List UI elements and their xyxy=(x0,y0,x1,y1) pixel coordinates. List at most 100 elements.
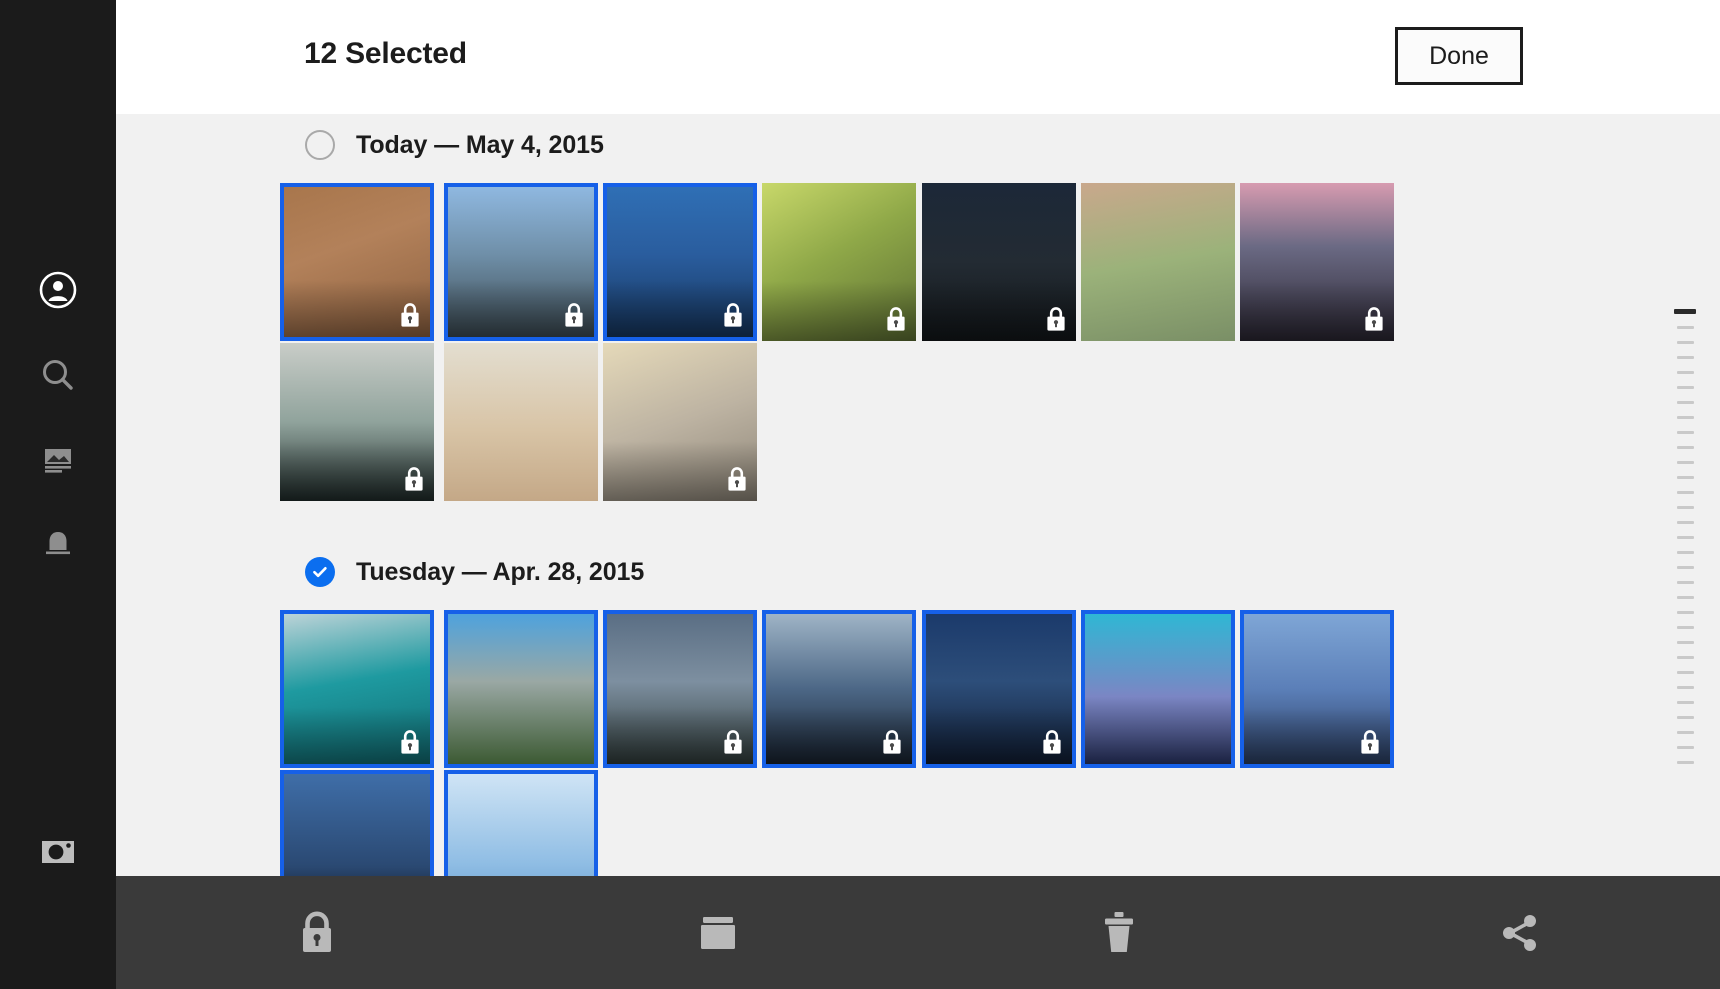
camera-icon[interactable] xyxy=(0,820,116,880)
photo-image xyxy=(922,183,1076,341)
share-icon xyxy=(1497,911,1543,955)
photo-image xyxy=(448,614,594,764)
scrubber-tick[interactable] xyxy=(1677,611,1694,614)
scrubber-tick[interactable] xyxy=(1677,521,1694,524)
section-header: Today — May 4, 2015 xyxy=(305,130,604,160)
photo-thumbnail[interactable] xyxy=(922,183,1076,341)
photo-thumbnail[interactable] xyxy=(280,610,434,768)
photo-image xyxy=(1081,183,1235,341)
action-toolbar xyxy=(116,876,1720,989)
photo-thumbnail[interactable] xyxy=(280,343,434,501)
photo-thumbnail[interactable] xyxy=(603,183,757,341)
lock-icon xyxy=(1041,729,1063,755)
lock-icon xyxy=(399,729,421,755)
page-title: 12 Selected xyxy=(304,37,467,71)
scrubber-tick[interactable] xyxy=(1677,641,1694,644)
scrubber-tick[interactable] xyxy=(1677,581,1694,584)
lock-icon xyxy=(1363,306,1385,332)
left-nav-rail xyxy=(0,0,116,989)
scrubber-tick[interactable] xyxy=(1677,491,1694,494)
scrubber-tick[interactable] xyxy=(1677,761,1694,764)
lock-icon xyxy=(885,306,907,332)
lock-icon xyxy=(881,729,903,755)
scrubber-tick[interactable] xyxy=(1677,326,1694,329)
photo-thumbnail[interactable] xyxy=(1081,610,1235,768)
scrubber-tick[interactable] xyxy=(1677,716,1694,719)
photo-image xyxy=(762,183,916,341)
photo-thumbnail[interactable] xyxy=(762,610,916,768)
section-date-label: Tuesday — Apr. 28, 2015 xyxy=(356,558,644,587)
album-button[interactable] xyxy=(517,876,918,989)
scrubber-tick[interactable] xyxy=(1677,356,1694,359)
search-icon[interactable] xyxy=(0,345,116,405)
scrubber-tick[interactable] xyxy=(1677,416,1694,419)
scrubber-tick[interactable] xyxy=(1677,461,1694,464)
lock-icon xyxy=(296,909,338,957)
photo-image xyxy=(926,614,1072,764)
scrubber-tick[interactable] xyxy=(1677,746,1694,749)
photo-image xyxy=(607,187,753,337)
section-header: Tuesday — Apr. 28, 2015 xyxy=(305,557,644,587)
lock-icon xyxy=(399,302,421,328)
scrubber-tick[interactable] xyxy=(1677,476,1694,479)
scrubber-tick[interactable] xyxy=(1677,596,1694,599)
lock-icon xyxy=(722,302,744,328)
photo-grid-scroll-area[interactable]: Today — May 4, 2015 Tuesday — Apr. 28, 20… xyxy=(116,114,1720,989)
photos-icon[interactable] xyxy=(0,430,116,490)
share-button[interactable] xyxy=(1319,876,1720,989)
scrubber-tick[interactable] xyxy=(1677,701,1694,704)
photo-thumbnail[interactable] xyxy=(444,610,598,768)
scrubber-tick[interactable] xyxy=(1677,371,1694,374)
album-icon xyxy=(695,911,741,955)
scrubber-tick[interactable] xyxy=(1677,656,1694,659)
notifications-icon[interactable] xyxy=(0,515,116,575)
section-date-label: Today — May 4, 2015 xyxy=(356,131,604,160)
lock-button[interactable] xyxy=(116,876,517,989)
photo-image xyxy=(284,614,430,764)
scrubber-tick[interactable] xyxy=(1677,551,1694,554)
scrubber-tick[interactable] xyxy=(1677,431,1694,434)
photo-thumbnail[interactable] xyxy=(603,343,757,501)
photo-image xyxy=(1085,614,1231,764)
photo-thumbnail[interactable] xyxy=(444,183,598,341)
done-button[interactable]: Done xyxy=(1395,27,1523,85)
photo-thumbnail[interactable] xyxy=(1240,610,1394,768)
lock-icon xyxy=(1359,729,1381,755)
scrubber-tick[interactable] xyxy=(1677,386,1694,389)
trash-icon xyxy=(1098,909,1140,957)
delete-button[interactable] xyxy=(918,876,1319,989)
photo-thumbnail[interactable] xyxy=(762,183,916,341)
scrubber-tick[interactable] xyxy=(1677,536,1694,539)
photos-app-window: 12 Selected Done Today — May 4, 2015 Tues… xyxy=(0,0,1720,989)
scrubber-tick[interactable] xyxy=(1677,446,1694,449)
photo-thumbnail[interactable] xyxy=(444,343,598,501)
scrubber-tick[interactable] xyxy=(1677,671,1694,674)
scrubber-tick[interactable] xyxy=(1677,566,1694,569)
lock-icon xyxy=(403,466,425,492)
scrubber-tick[interactable] xyxy=(1677,626,1694,629)
photo-image xyxy=(1244,614,1390,764)
photo-thumbnail[interactable] xyxy=(1081,183,1235,341)
photo-thumbnail[interactable] xyxy=(1240,183,1394,341)
timeline-scrubber[interactable] xyxy=(1672,309,1698,909)
section-checkbox-checked[interactable] xyxy=(305,557,335,587)
photo-thumbnail[interactable] xyxy=(922,610,1076,768)
scrubber-tick[interactable] xyxy=(1677,341,1694,344)
lock-icon xyxy=(726,466,748,492)
photo-image xyxy=(607,614,753,764)
section-checkbox-unchecked[interactable] xyxy=(305,130,335,160)
scrubber-tick[interactable] xyxy=(1677,506,1694,509)
photo-image xyxy=(444,343,598,501)
photo-image xyxy=(1240,183,1394,341)
photo-thumbnail[interactable] xyxy=(603,610,757,768)
photo-image xyxy=(284,187,430,337)
scrubber-tick-active[interactable] xyxy=(1674,309,1696,314)
photo-image xyxy=(766,614,912,764)
scrubber-tick[interactable] xyxy=(1677,401,1694,404)
photo-image xyxy=(603,343,757,501)
scrubber-tick[interactable] xyxy=(1677,686,1694,689)
scrubber-tick[interactable] xyxy=(1677,731,1694,734)
lock-icon xyxy=(563,302,585,328)
photo-thumbnail[interactable] xyxy=(280,183,434,341)
account-icon[interactable] xyxy=(0,260,116,320)
